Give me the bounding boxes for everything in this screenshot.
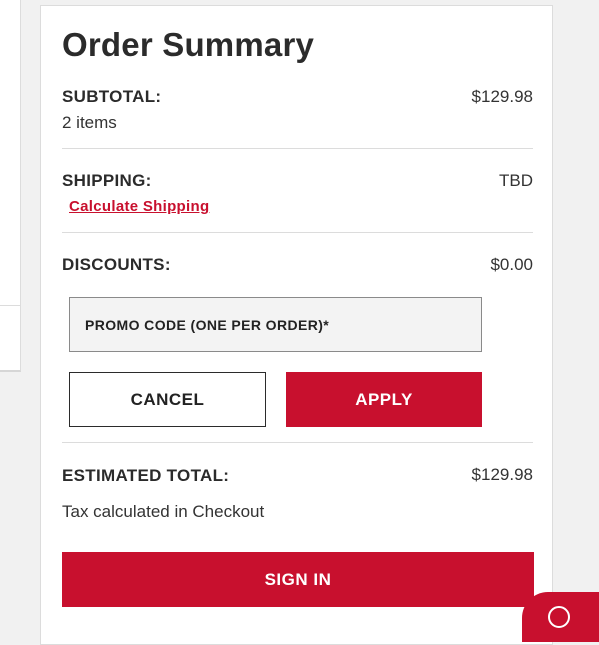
items-count: 2 items: [62, 113, 117, 132]
promo-code-input[interactable]: [69, 297, 482, 352]
divider: [62, 232, 533, 233]
shipping-label: SHIPPING:: [62, 171, 152, 190]
order-summary-title: Order Summary: [62, 26, 315, 63]
discounts-label: DISCOUNTS:: [62, 255, 171, 274]
estimated-total-label: ESTIMATED TOTAL:: [62, 466, 230, 485]
order-summary-card: Order Summary SUBTOTAL: $129.98 2 items …: [40, 5, 553, 645]
subtotal-value: $129.98: [471, 87, 533, 106]
sign-in-button[interactable]: SIGN IN: [62, 552, 534, 607]
chat-button[interactable]: [522, 592, 599, 642]
shipping-value: TBD: [499, 171, 533, 190]
left-content-panel: [0, 0, 21, 306]
calculate-shipping-link[interactable]: Calculate Shipping: [69, 198, 209, 215]
subtotal-label: SUBTOTAL:: [62, 87, 162, 106]
divider: [62, 148, 533, 149]
chat-icon: [548, 606, 570, 628]
left-content-panel-lower: [0, 306, 21, 372]
tax-note: Tax calculated in Checkout: [62, 502, 265, 521]
estimated-total-value: $129.98: [471, 465, 533, 484]
cancel-button[interactable]: CANCEL: [69, 372, 266, 427]
divider: [62, 442, 533, 443]
apply-button[interactable]: APPLY: [286, 372, 482, 427]
discounts-value: $0.00: [490, 255, 533, 274]
